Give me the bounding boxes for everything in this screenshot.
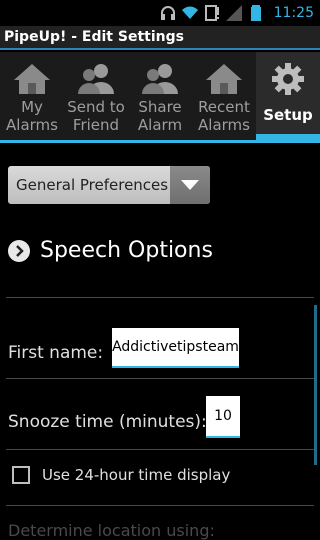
location-option-label: Determine location using: [8,521,215,540]
snooze-time-label: Snooze time (minutes): [8,412,207,432]
signal-icon [225,4,242,21]
tab-label: Setup [263,106,313,124]
house-icon [12,62,52,96]
24-hour-label: Use 24-hour time display [42,466,231,484]
headset-icon [160,5,176,21]
tab-my-alarms[interactable]: My Alarms [0,52,64,140]
status-bar: 11:25 [0,0,320,25]
house-icon [204,62,244,96]
snooze-time-field[interactable]: 10 [206,396,240,438]
first-name-label: First name: [8,343,104,363]
section-header[interactable]: Speech Options [8,238,213,263]
preferences-dropdown[interactable]: General Preferences [8,166,210,204]
divider [6,297,314,298]
tab-bar: My Alarms Send to Friend Share Alarm Rec… [0,52,320,140]
page-title: PipeUp! - Edit Settings [4,29,184,45]
chevron-down-icon[interactable] [170,166,210,204]
first-name-field[interactable]: Addictivetipsteam [112,328,239,368]
tab-share-alarm[interactable]: Share Alarm [128,52,192,140]
section-title: Speech Options [40,238,213,263]
tab-send-to-friend[interactable]: Send to Friend [64,52,128,140]
divider [6,449,314,450]
tab-setup[interactable]: Setup [256,52,320,140]
people-icon [140,62,180,96]
tab-underline [0,140,320,143]
divider [6,505,314,506]
gear-icon [268,62,308,96]
24-hour-checkbox[interactable] [12,466,30,484]
people-icon [76,62,116,96]
dropdown-selected-value: General Preferences [16,176,169,194]
tab-label: Recent Alarms [198,98,250,134]
wifi-icon [181,5,198,21]
tab-label: Send to Friend [67,98,125,134]
scrollbar[interactable] [314,305,317,465]
title-bar: PipeUp! - Edit Settings [0,26,320,50]
tab-label: My Alarms [6,98,58,134]
tab-recent-alarms[interactable]: Recent Alarms [192,52,256,140]
chevron-right-icon [8,239,30,262]
battery-icon [248,4,264,21]
alert-phone-icon [204,4,220,21]
clock-time: 11:25 [273,4,314,21]
tab-label: Share Alarm [137,98,183,134]
divider [6,378,314,379]
